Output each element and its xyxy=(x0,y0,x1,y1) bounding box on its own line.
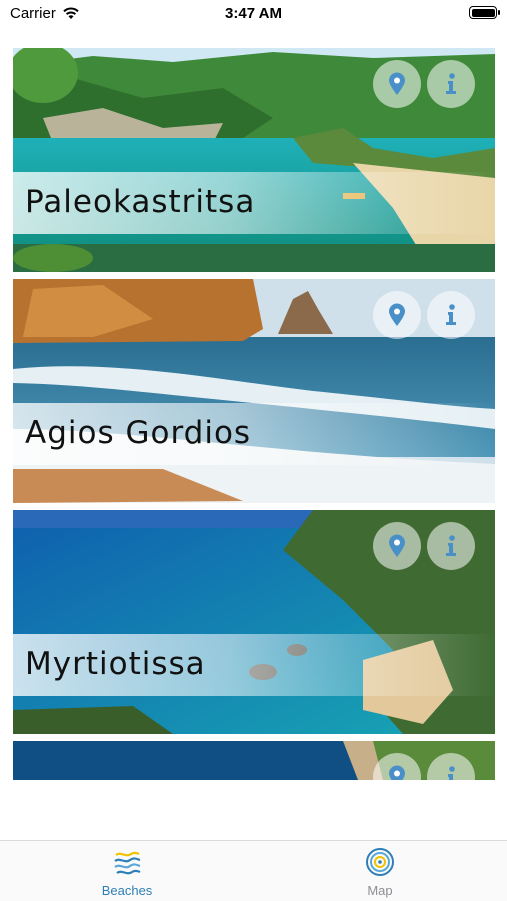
beach-list[interactable]: Paleokastritsa Agios Gordios Myrtiotissa xyxy=(13,48,495,780)
info-icon xyxy=(448,766,455,780)
location-pin-icon xyxy=(389,534,405,557)
beach-title: Agios Gordios xyxy=(25,415,252,451)
location-pin-icon xyxy=(389,765,405,780)
waves-icon xyxy=(114,851,141,875)
tab-bar: Beaches Map xyxy=(0,840,507,901)
battery-icon xyxy=(469,6,500,19)
tab-label: Map xyxy=(367,883,393,898)
info-button[interactable] xyxy=(427,291,475,339)
beach-card-partial[interactable] xyxy=(13,741,495,780)
location-button[interactable] xyxy=(373,291,421,339)
location-button[interactable] xyxy=(373,60,421,108)
location-pin-icon xyxy=(389,303,405,326)
map-target-icon xyxy=(366,848,394,876)
tab-map[interactable]: Map xyxy=(320,841,440,901)
beach-title: Myrtiotissa xyxy=(25,646,206,682)
info-button[interactable] xyxy=(427,522,475,570)
info-icon xyxy=(446,73,456,94)
beach-card-agios-gordios[interactable]: Agios Gordios xyxy=(13,279,495,503)
info-icon xyxy=(446,304,456,325)
location-pin-icon xyxy=(389,72,405,95)
status-bar: Carrier 3:47 AM xyxy=(0,0,507,30)
beach-card-myrtiotissa[interactable]: Myrtiotissa xyxy=(13,510,495,734)
info-icon xyxy=(446,535,456,556)
beach-card-paleokastritsa[interactable]: Paleokastritsa xyxy=(13,48,495,272)
tab-beaches[interactable]: Beaches xyxy=(67,841,187,901)
beach-title: Paleokastritsa xyxy=(25,184,256,220)
info-button[interactable] xyxy=(427,60,475,108)
beach-photo xyxy=(13,48,495,272)
beach-photo xyxy=(13,741,495,780)
beach-photo xyxy=(13,279,495,503)
status-time: 3:47 AM xyxy=(225,5,282,22)
tab-label: Beaches xyxy=(101,883,153,898)
location-button[interactable] xyxy=(373,522,421,570)
beach-photo xyxy=(13,510,495,734)
